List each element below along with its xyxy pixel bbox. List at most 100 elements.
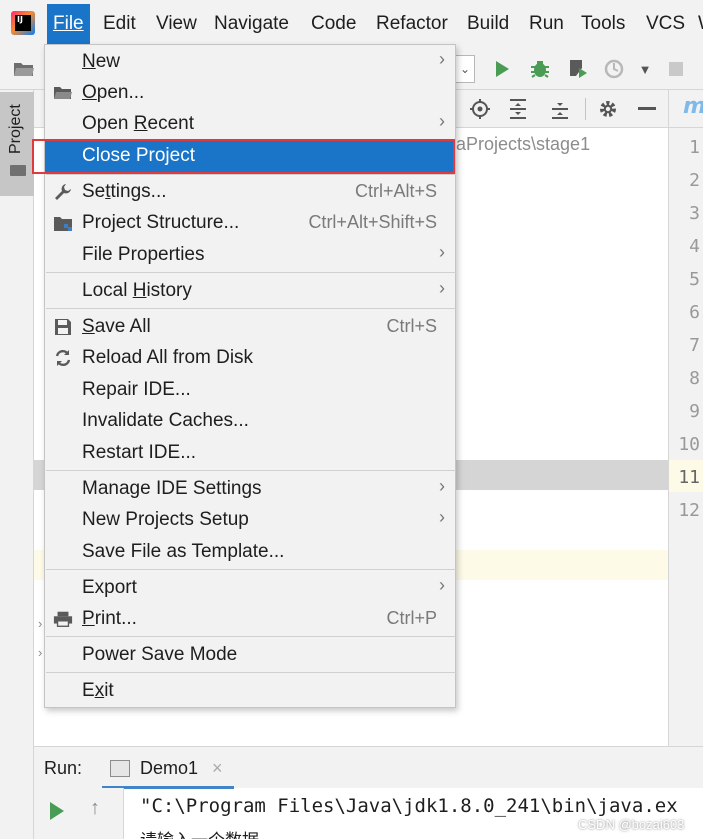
- line-number: 10: [678, 434, 700, 455]
- menu-item-new[interactable]: New ›: [45, 47, 455, 78]
- menu-item-label: Repair IDE...: [82, 379, 191, 400]
- wrench-icon: [53, 182, 73, 202]
- menu-item-label: Power Save Mode: [82, 644, 238, 665]
- project-tab-label: Project: [7, 104, 24, 154]
- menu-item-label: New Projects Setup: [82, 509, 249, 530]
- menu-item-label: Save File as Template...: [82, 541, 285, 562]
- locate-icon[interactable]: [468, 97, 492, 121]
- menu-file[interactable]: File: [47, 4, 90, 44]
- menu-item-label: New: [82, 51, 121, 72]
- chevron-right-icon: ›: [439, 49, 445, 69]
- menu-item-new-projects-setup[interactable]: New Projects Setup ›: [45, 505, 455, 536]
- editor-tab[interactable]: m: [683, 94, 703, 119]
- project-root-path: aProjects\stage1: [456, 134, 591, 154]
- menu-file-label: File: [53, 13, 84, 34]
- line-number: 8: [689, 368, 700, 389]
- menu-run[interactable]: Run: [523, 4, 570, 44]
- menu-item-label: Open Recent: [82, 113, 194, 134]
- menubar: IJ File Edit View Navigate Code Refactor…: [0, 0, 703, 48]
- menu-separator: [46, 174, 456, 175]
- tree-expand-icon[interactable]: ›: [38, 616, 42, 631]
- menu-item-shortcut: Ctrl+Alt+S: [354, 181, 437, 201]
- menu-navigate[interactable]: Navigate: [208, 4, 295, 44]
- tree-expand-icon[interactable]: ›: [38, 645, 42, 660]
- menu-build[interactable]: Build: [461, 4, 515, 44]
- menu-refactor[interactable]: Refactor: [370, 4, 454, 44]
- arrow-up-icon[interactable]: ↑: [90, 797, 100, 820]
- profile-icon[interactable]: [603, 57, 627, 81]
- chevron-right-icon: ›: [439, 242, 445, 262]
- more-run-options-icon[interactable]: ▼: [633, 57, 657, 81]
- menu-item-save-all[interactable]: Save All Ctrl+S: [45, 312, 455, 343]
- menu-item-invalidate-caches[interactable]: Invalidate Caches...: [45, 406, 455, 437]
- chevron-right-icon: ›: [439, 476, 445, 496]
- menu-item-label: Project Structure...: [82, 212, 240, 233]
- menu-item-label: File Properties: [82, 244, 205, 265]
- project-tool-tab[interactable]: Project: [0, 92, 34, 196]
- folder-open-icon: [53, 83, 73, 103]
- console-output-line: "C:\Program Files\Java\jdk1.8.0_241\bin\…: [140, 795, 678, 817]
- menu-item-save-as-template[interactable]: Save File as Template...: [45, 537, 455, 568]
- menu-item-label: Exit: [82, 680, 114, 701]
- console-output-line: 请输入一个数据: [140, 826, 259, 839]
- menu-item-label: Reload All from Disk: [82, 347, 254, 368]
- menu-item-manage-ide-settings[interactable]: Manage IDE Settings ›: [45, 474, 455, 505]
- editor-tab-bar: m: [668, 90, 703, 128]
- chevron-right-icon: ›: [439, 575, 445, 595]
- menu-item-repair-ide[interactable]: Repair IDE...: [45, 375, 455, 406]
- open-folder-icon[interactable]: [12, 57, 36, 81]
- debug-icon[interactable]: [528, 57, 552, 81]
- menu-item-settings[interactable]: Settings... Ctrl+Alt+S: [45, 177, 455, 208]
- menu-item-local-history[interactable]: Local History ›: [45, 276, 455, 307]
- menu-item-reload-all[interactable]: Reload All from Disk: [45, 343, 455, 374]
- menu-item-open-recent[interactable]: Open Recent ›: [45, 109, 455, 140]
- menu-window[interactable]: W: [692, 4, 703, 44]
- close-icon[interactable]: ×: [212, 758, 223, 779]
- menu-item-file-properties[interactable]: File Properties ›: [45, 240, 455, 271]
- run-icon[interactable]: [490, 57, 514, 81]
- line-number: 7: [689, 335, 700, 356]
- project-structure-icon: [53, 213, 73, 233]
- file-menu-dropdown: New › Open... Open Recent › Close Projec…: [44, 44, 456, 708]
- menu-separator: [46, 470, 456, 471]
- menu-item-label: Settings...: [82, 181, 167, 202]
- menu-separator: [46, 636, 456, 637]
- menu-vcs[interactable]: VCS: [640, 4, 691, 44]
- line-number: 5: [689, 269, 700, 290]
- rerun-icon[interactable]: [50, 802, 64, 820]
- menu-tools[interactable]: Tools: [575, 4, 631, 44]
- stop-icon[interactable]: [664, 57, 688, 81]
- expand-all-icon[interactable]: [506, 97, 530, 121]
- printer-icon: [53, 609, 73, 629]
- menu-item-open[interactable]: Open...: [45, 78, 455, 109]
- menu-item-restart-ide[interactable]: Restart IDE...: [45, 438, 455, 469]
- menu-separator: [46, 569, 456, 570]
- menu-view[interactable]: View: [150, 4, 203, 44]
- menu-item-label: Manage IDE Settings: [82, 478, 262, 499]
- menu-item-close-project[interactable]: Close Project: [45, 141, 455, 172]
- menu-item-export[interactable]: Export ›: [45, 573, 455, 604]
- collapse-all-icon[interactable]: [548, 97, 572, 121]
- menu-item-exit[interactable]: Exit: [45, 676, 455, 707]
- gear-icon[interactable]: [596, 97, 620, 121]
- menu-item-print[interactable]: Print... Ctrl+P: [45, 604, 455, 635]
- menu-item-project-structure[interactable]: Project Structure... Ctrl+Alt+Shift+S: [45, 208, 455, 239]
- coverage-icon[interactable]: [566, 57, 590, 81]
- menu-item-power-save-mode[interactable]: Power Save Mode: [45, 640, 455, 671]
- toolbar-divider: [585, 98, 586, 120]
- run-tab-icon: [110, 760, 130, 777]
- run-config-dropdown[interactable]: ⌄: [456, 55, 475, 83]
- menu-item-shortcut: Ctrl+S: [386, 316, 437, 336]
- floppy-disk-icon: [53, 317, 73, 337]
- watermark: CSDN @bozai603: [578, 817, 685, 832]
- run-tab-demo1[interactable]: Demo1: [140, 758, 198, 779]
- menu-code[interactable]: Code: [305, 4, 362, 44]
- hide-panel-icon[interactable]: [636, 97, 660, 121]
- menu-separator: [46, 272, 456, 273]
- line-number: 4: [689, 236, 700, 257]
- menu-item-label: Save All: [82, 316, 151, 337]
- menu-separator: [46, 308, 456, 309]
- menu-item-label: Restart IDE...: [82, 442, 197, 463]
- menu-item-label: Local History: [82, 280, 192, 301]
- menu-edit[interactable]: Edit: [97, 4, 142, 44]
